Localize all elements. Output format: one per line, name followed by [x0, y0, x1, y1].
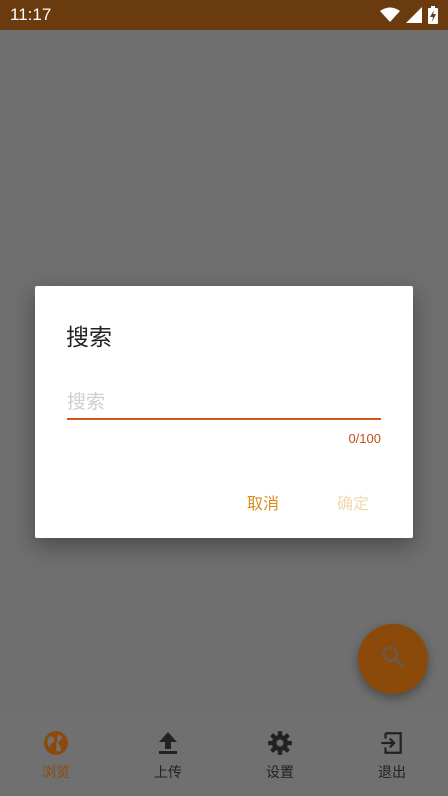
gear-icon	[267, 730, 293, 760]
search-dialog: 搜索 0/100 取消 确定	[35, 286, 413, 538]
wifi-icon	[380, 7, 400, 23]
char-counter: 0/100	[348, 431, 381, 446]
battery-charging-icon	[428, 6, 438, 24]
dialog-title: 搜索	[66, 325, 112, 351]
signal-icon	[406, 7, 422, 23]
search-fab[interactable]	[358, 624, 428, 694]
nav-label-upload: 上传	[154, 765, 182, 781]
status-icons	[380, 6, 438, 24]
nav-label-logout: 退出	[378, 765, 406, 781]
nav-item-settings[interactable]: 设置	[230, 716, 330, 796]
upload-icon	[156, 730, 180, 760]
bottom-nav: 浏览 上传 设置 退出	[0, 716, 448, 796]
search-input[interactable]	[67, 386, 381, 420]
status-time: 11:17	[10, 5, 52, 24]
nav-item-logout[interactable]: 退出	[342, 716, 442, 796]
search-icon	[380, 644, 406, 674]
nav-label-settings: 设置	[266, 765, 294, 781]
globe-icon	[43, 730, 69, 760]
logout-icon	[379, 730, 405, 760]
nav-item-upload[interactable]: 上传	[118, 716, 218, 796]
cancel-button[interactable]: 取消	[241, 486, 285, 518]
status-bar: 11:17	[0, 0, 448, 30]
confirm-button[interactable]: 确定	[331, 486, 375, 518]
nav-label-browse: 浏览	[42, 765, 70, 781]
nav-item-browse[interactable]: 浏览	[6, 716, 106, 796]
